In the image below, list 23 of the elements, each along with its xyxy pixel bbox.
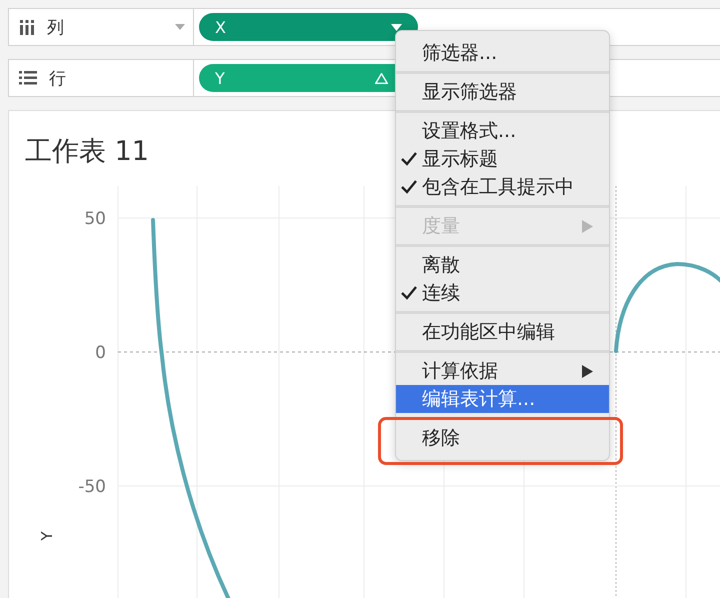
menu-item[interactable]: 包含在工具提示中 bbox=[396, 173, 609, 201]
rows-icon bbox=[19, 71, 37, 85]
menu-item[interactable]: 离散 bbox=[396, 251, 609, 279]
y-tick-label: -50 bbox=[78, 477, 106, 497]
sheet-title: 工作表 11 bbox=[25, 135, 149, 169]
menu-item[interactable]: 在功能区中编辑 bbox=[396, 318, 609, 346]
menu-item[interactable]: 显示标题 bbox=[396, 145, 609, 173]
menu-item[interactable]: 计算依据 bbox=[396, 357, 609, 385]
menu-item[interactable]: 编辑表计算... bbox=[396, 385, 609, 413]
y-axis-label: Y bbox=[38, 531, 56, 541]
columns-icon bbox=[19, 19, 35, 35]
y-tick-label: 0 bbox=[95, 343, 106, 363]
caret-icon[interactable] bbox=[391, 24, 402, 30]
menu-item[interactable]: 设置格式... bbox=[396, 117, 609, 145]
field-pill[interactable]: X bbox=[199, 13, 418, 41]
triangle-icon bbox=[375, 72, 388, 84]
menu-item[interactable]: 移除 bbox=[396, 424, 609, 452]
shelf-name: 行 bbox=[49, 68, 66, 90]
caret-icon[interactable] bbox=[175, 24, 185, 30]
menu-item[interactable]: 连续 bbox=[396, 279, 609, 307]
menu-item[interactable]: 筛选器... bbox=[396, 39, 609, 67]
y-tick-label: 50 bbox=[84, 209, 106, 229]
shelf-name: 列 bbox=[47, 16, 64, 38]
